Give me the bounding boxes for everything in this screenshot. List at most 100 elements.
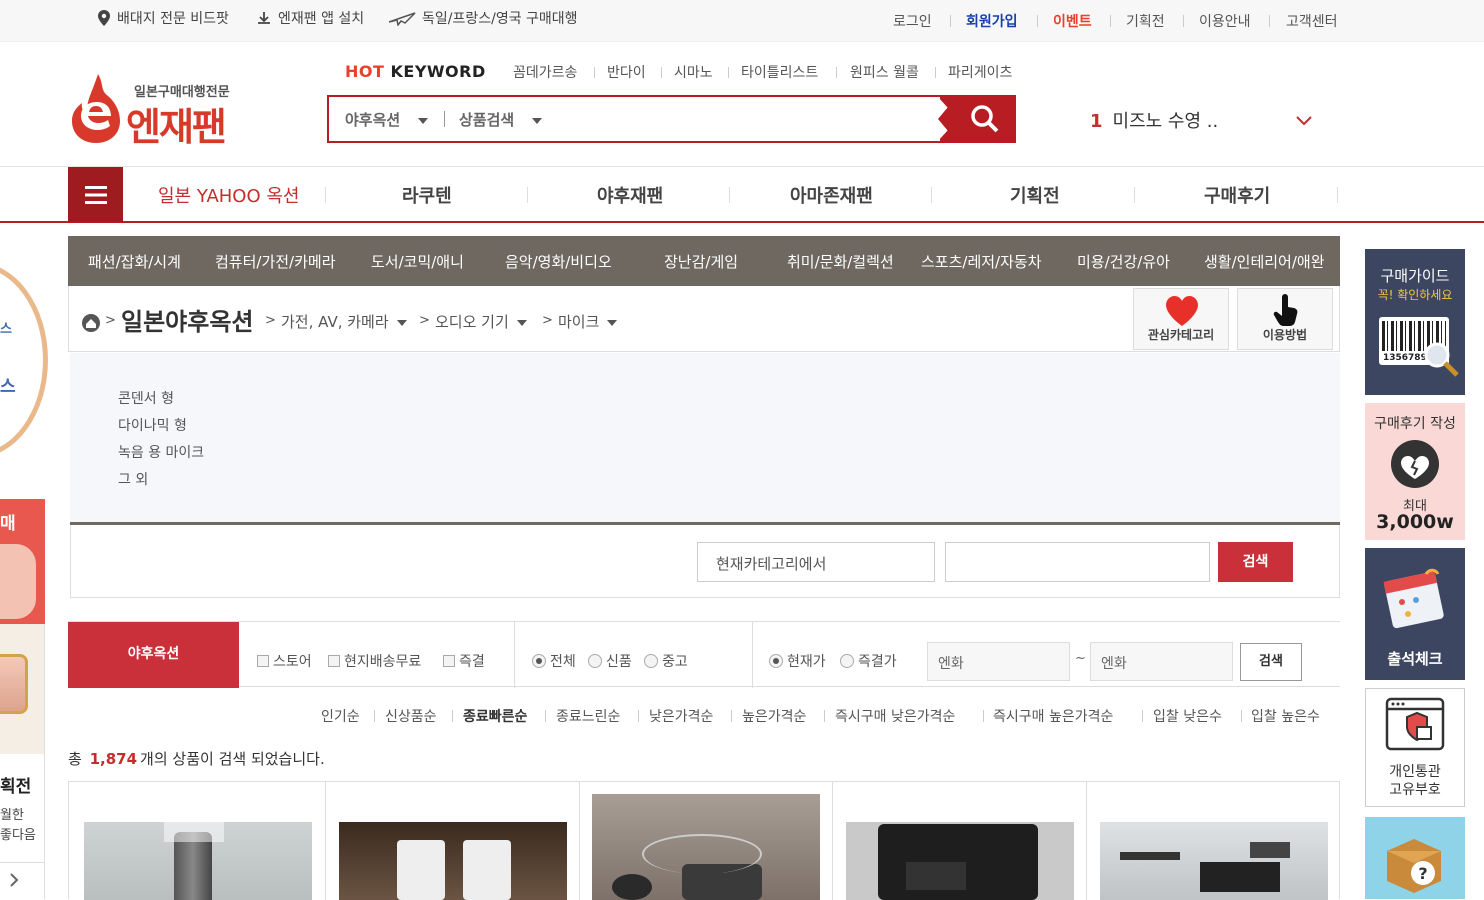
search-input[interactable]: [559, 103, 929, 135]
sort-high-price[interactable]: 높은가격순: [742, 706, 806, 726]
category-bar: 패션/잡화/시계 컴퓨터/가전/카메라 도서/코믹/애니 음악/영화/비디오 장…: [68, 236, 1340, 286]
login-link[interactable]: 로그인: [893, 11, 932, 31]
category-beauty[interactable]: 미용/건강/유아: [1077, 251, 1170, 272]
app-install-link[interactable]: 엔재팬 앱 설치: [256, 8, 364, 28]
customer-center-link[interactable]: 고객센터: [1286, 11, 1338, 31]
sort-popular[interactable]: 인기순: [321, 706, 360, 726]
product-thumbnail[interactable]: [339, 822, 567, 900]
category-hobby[interactable]: 취미/문화/컬렉션: [787, 251, 894, 272]
product-thumbnail[interactable]: [84, 822, 312, 900]
customs-code-banner[interactable]: 개인통관 고유부호: [1365, 688, 1465, 807]
product-thumbnail[interactable]: [1100, 822, 1328, 900]
nav-promotion[interactable]: 기획전: [1010, 182, 1060, 208]
event-link[interactable]: 이벤트: [1053, 11, 1092, 31]
store-checkbox[interactable]: 스토어: [257, 651, 312, 671]
hot-keyword-item[interactable]: 반다이: [607, 62, 646, 82]
category-search-row: 현재카테고리에서 검색: [70, 525, 1340, 598]
left-promo-text[interactable]: 획전 월한 좋다음: [0, 754, 45, 864]
category-sports[interactable]: 스포츠/레저/자동차: [921, 251, 1042, 272]
free-shipping-checkbox[interactable]: 현지배송무료: [328, 651, 421, 671]
purchase-guide-banner[interactable]: 구매가이드 꼭! 확인하세요 1356789: [1365, 249, 1465, 395]
banner-sub: 꼭! 확인하세요: [1377, 288, 1453, 302]
calendar-icon: [1383, 568, 1444, 629]
all-menu-button[interactable]: [68, 167, 123, 222]
download-icon: [258, 12, 270, 24]
product-thumbnail[interactable]: [592, 794, 820, 900]
buy-now-checkbox[interactable]: 즉결: [443, 651, 485, 671]
condition-used-radio[interactable]: 중고: [644, 651, 688, 671]
breadcrumb-item[interactable]: 마이크: [558, 311, 618, 332]
left-event-banner[interactable]: 매: [0, 499, 45, 624]
search-type-select[interactable]: 상품검색: [459, 109, 543, 130]
signup-link[interactable]: 회원가입: [966, 11, 1018, 31]
sort-buynow-high[interactable]: 즉시구매 높은가격순: [993, 706, 1113, 726]
banner-amount: 3,000w: [1376, 511, 1454, 533]
hot-keyword-item[interactable]: 파리게이츠: [948, 62, 1012, 82]
category-fashion[interactable]: 패션/잡화/시계: [88, 251, 181, 272]
airplane-icon: [388, 12, 416, 26]
favorite-category-button[interactable]: 관심카테고리: [1133, 288, 1229, 350]
price-max-input[interactable]: 엔화: [1090, 642, 1233, 681]
left-badge-banner[interactable]: 스 스: [0, 262, 50, 458]
category-search-input[interactable]: [945, 542, 1210, 582]
banner-title: 구매후기 작성: [1374, 416, 1456, 432]
category-books[interactable]: 도서/코믹/애니: [371, 251, 464, 272]
site-select[interactable]: 야후옥션: [345, 109, 429, 130]
nav-rakuten[interactable]: 라쿠텐: [402, 182, 452, 208]
chevron-down-icon[interactable]: [1296, 116, 1312, 126]
attendance-banner[interactable]: 출석체크: [1365, 548, 1465, 680]
category-computer[interactable]: 컴퓨터/가전/카메라: [215, 251, 336, 272]
how-to-use-button[interactable]: 이용방법: [1237, 288, 1333, 350]
filter-bar: 야후옥션 스토어 현지배송무료 즉결 전체 신품 중고 현재가 즉결가 엔화 ~…: [68, 621, 1340, 688]
hot-keyword-item[interactable]: 원피스 월콜: [850, 62, 919, 82]
search-scope-select[interactable]: 현재카테고리에서: [697, 542, 935, 582]
price-min-input[interactable]: 엔화: [927, 642, 1070, 681]
nav-yahoo-auction[interactable]: 일본 YAHOO 옥션: [158, 182, 299, 208]
category-search-button[interactable]: 검색: [1218, 542, 1293, 582]
popular-rank-ticker[interactable]: 1 미즈노 수영 ..: [1090, 107, 1218, 133]
guide-link[interactable]: 이용안내: [1199, 11, 1251, 31]
nav-yahoo-japan[interactable]: 야후재팬: [597, 182, 663, 208]
hot-keyword-item[interactable]: 시마노: [674, 62, 713, 82]
home-icon[interactable]: [82, 314, 100, 332]
app-install-label: 엔재팬 앱 설치: [278, 11, 365, 27]
price-buynow-radio[interactable]: 즉결가: [840, 651, 897, 671]
sort-newest[interactable]: 신상품순: [385, 706, 437, 726]
subcategory-recording[interactable]: 녹음 용 마이크: [118, 442, 204, 462]
logo-name: 엔재팬: [126, 105, 227, 149]
category-toys[interactable]: 장난감/게임: [664, 251, 738, 272]
sort-bids-high[interactable]: 입찰 높은수: [1251, 706, 1320, 726]
condition-all-radio[interactable]: 전체: [532, 651, 576, 671]
hot-keyword-item[interactable]: 타이틀리스트: [741, 62, 818, 82]
nav-amazon-japan[interactable]: 아마존재팬: [790, 182, 873, 208]
sort-ending-late[interactable]: 종료느린순: [556, 706, 620, 726]
site-logo[interactable]: 일본구매대행전문 엔재팬: [68, 72, 248, 149]
subcategory-dynamic[interactable]: 다이나믹 형: [118, 415, 187, 435]
nav-reviews[interactable]: 구매후기: [1204, 182, 1270, 208]
left-product-banner[interactable]: [0, 624, 45, 754]
yahoo-auction-tab[interactable]: 야후옥션: [68, 622, 239, 688]
sort-buynow-low[interactable]: 즉시구매 낮은가격순: [835, 706, 955, 726]
sort-low-price[interactable]: 낮은가격순: [649, 706, 713, 726]
hot-keyword-item[interactable]: 꼼데가르송: [513, 62, 577, 82]
breadcrumb-item[interactable]: 오디오 기기: [435, 311, 527, 332]
subcategory-condenser[interactable]: 콘덴서 형: [118, 388, 174, 408]
bidpot-label: 배대지 전문 비드팟: [117, 11, 229, 27]
question-box-banner[interactable]: ?: [1365, 817, 1465, 899]
promotion-link[interactable]: 기획전: [1126, 11, 1165, 31]
category-music[interactable]: 음악/영화/비디오: [505, 251, 612, 272]
breadcrumb-item[interactable]: 가전, AV, 카메라: [281, 311, 407, 332]
subcategory-other[interactable]: 그 외: [118, 469, 148, 489]
review-banner[interactable]: 구매후기 작성 최대 3,000w: [1365, 403, 1465, 540]
filter-search-button[interactable]: 검색: [1240, 643, 1302, 681]
condition-new-radio[interactable]: 신품: [588, 651, 632, 671]
left-banner-next-button[interactable]: [0, 862, 45, 899]
category-living[interactable]: 생활/인테리어/애완: [1204, 251, 1325, 272]
sort-bids-low[interactable]: 입찰 낮은수: [1153, 706, 1222, 726]
sort-ending-soon[interactable]: 종료빠른순: [463, 706, 527, 726]
product-thumbnail[interactable]: [846, 822, 1074, 900]
map-pin-icon: [98, 10, 110, 26]
price-current-radio[interactable]: 현재가: [769, 651, 826, 671]
bidpot-link[interactable]: 배대지 전문 비드팟: [97, 8, 229, 28]
europe-purchase-link[interactable]: 독일/프랑스/영국 구매대행: [388, 8, 578, 28]
